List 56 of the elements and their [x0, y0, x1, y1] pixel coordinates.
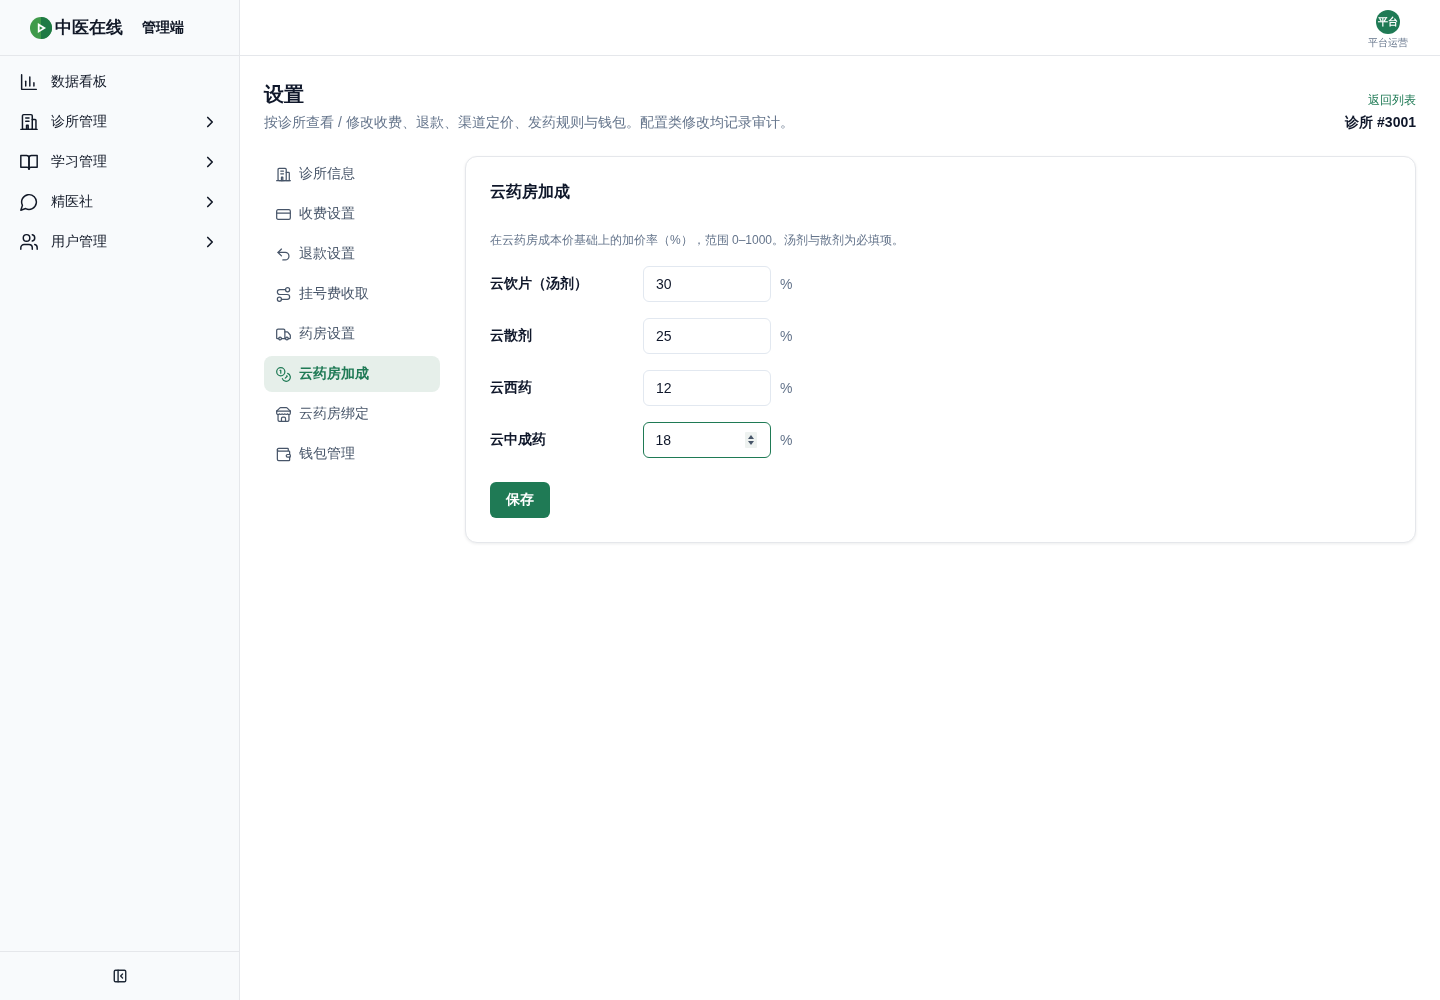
- field-label: 云中成药: [490, 431, 546, 449]
- undo-arrow-icon: [276, 246, 291, 262]
- brand-subtitle: 管理端: [142, 18, 184, 37]
- save-button[interactable]: 保存: [490, 482, 550, 518]
- book-icon: [20, 153, 38, 171]
- credit-card-icon: [276, 206, 291, 222]
- unit-text: %: [780, 276, 793, 292]
- panel-description: 在云药房成本价基础上的加价率（%），范围 0–1000。汤剂与散剂为必填项。: [490, 232, 905, 249]
- bar-chart-icon: [20, 73, 38, 91]
- sidebar-item[interactable]: 用户管理: [0, 222, 239, 262]
- users-icon: [20, 233, 38, 251]
- chevron-right-icon: [204, 236, 216, 248]
- wallet-icon: [276, 446, 291, 462]
- settings-nav-item[interactable]: 诊所信息: [264, 156, 440, 192]
- chevron-right-icon: [204, 156, 216, 168]
- coins-icon: [276, 366, 291, 382]
- truck-icon: [276, 326, 291, 342]
- sidebar-item[interactable]: 学习管理: [0, 142, 239, 182]
- panel-collapse-icon: [112, 969, 127, 983]
- unit-text: %: [780, 432, 793, 448]
- field-label: 云西药: [490, 379, 532, 397]
- brand-name: 中医在线: [55, 17, 123, 39]
- spinner-icon[interactable]: [745, 432, 757, 448]
- panel-title: 云药房加成: [490, 182, 570, 202]
- building-icon: [276, 166, 291, 182]
- number-field[interactable]: 12: [643, 370, 771, 406]
- chevron-right-icon: [204, 196, 216, 208]
- unit-text: %: [780, 380, 793, 396]
- number-field[interactable]: 25: [643, 318, 771, 354]
- page-title: 设置: [264, 82, 304, 107]
- unit-text: %: [780, 328, 793, 344]
- clinic-label: 诊所 #3001: [1345, 113, 1416, 132]
- sidebar-item[interactable]: 精医社: [0, 182, 239, 222]
- field-label: 云饮片（汤剂）: [490, 275, 588, 293]
- route-icon: [276, 286, 291, 302]
- settings-nav-item[interactable]: 钱包管理: [264, 436, 440, 472]
- back-link[interactable]: 返回列表: [1368, 92, 1416, 108]
- store-icon: [276, 406, 291, 422]
- user-role: 平台运营: [1368, 37, 1408, 49]
- settings-nav-item[interactable]: 药房设置: [264, 316, 440, 352]
- number-field[interactable]: 30: [643, 266, 771, 302]
- user-avatar[interactable]: 平台: [1376, 10, 1400, 34]
- settings-nav-item[interactable]: 云药房绑定: [264, 396, 440, 432]
- settings-nav-item[interactable]: 挂号费收取: [264, 276, 440, 312]
- chevron-right-icon: [204, 116, 216, 128]
- settings-nav-item[interactable]: 云药房加成: [264, 356, 440, 392]
- number-field[interactable]: 18: [643, 422, 771, 458]
- chat-bubble-icon: [20, 193, 38, 211]
- page-subtitle: 按诊所查看 / 修改收费、退款、渠道定价、发药规则与钱包。配置类修改均记录审计。: [264, 113, 794, 132]
- settings-nav-item[interactable]: 退款设置: [264, 236, 440, 272]
- brand-logo-icon: [30, 16, 52, 39]
- field-label: 云散剂: [490, 327, 532, 345]
- sidebar-item[interactable]: 数据看板: [0, 62, 239, 102]
- settings-nav-item[interactable]: 收费设置: [264, 196, 440, 232]
- building-icon: [20, 113, 38, 131]
- sidebar-item[interactable]: 诊所管理: [0, 102, 239, 142]
